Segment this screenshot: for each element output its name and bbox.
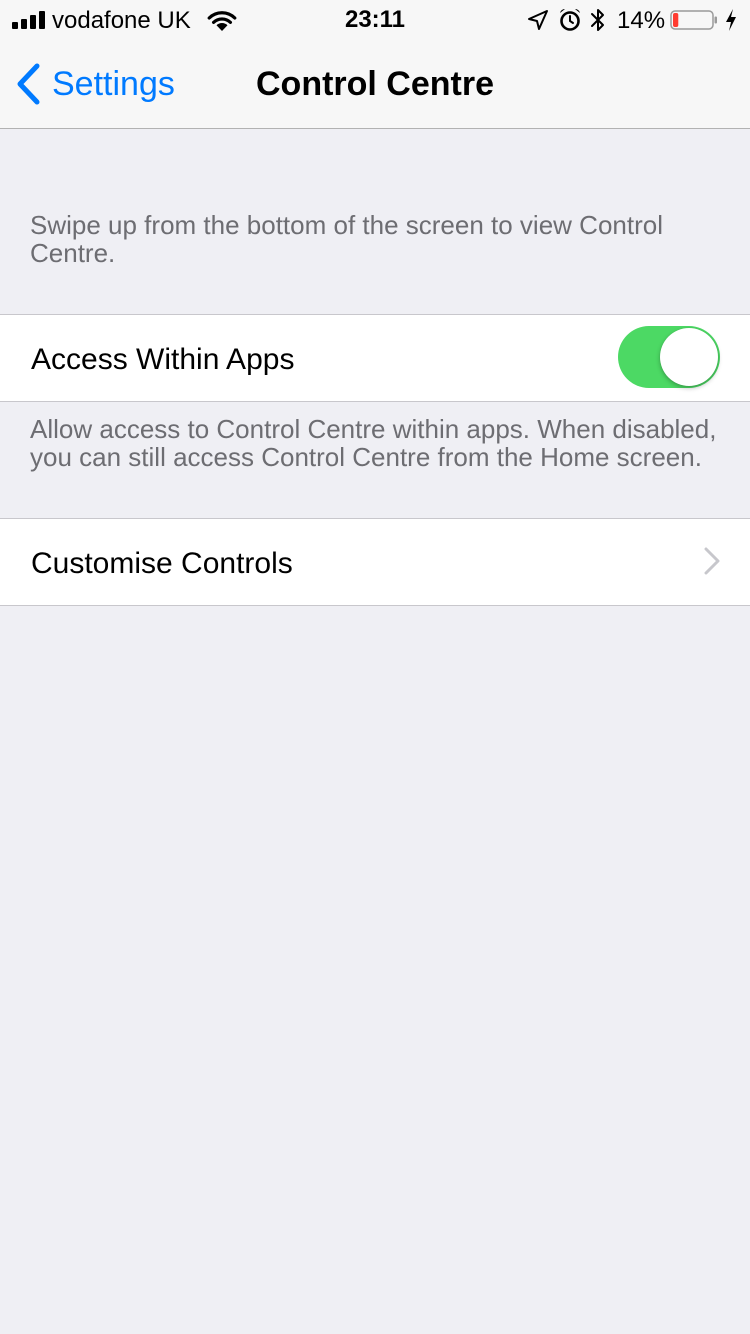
battery-icon [670,10,717,30]
chevron-right-icon [704,547,720,575]
battery-percentage: 14% [617,7,666,34]
alarm-clock-icon [560,8,580,31]
navigation-bar: Settings Control Centre [0,40,750,129]
customise-controls-label: Customise Controls [31,547,293,580]
access-within-apps-row: Access Within Apps [0,314,750,402]
customise-controls-row[interactable]: Customise Controls [0,518,750,606]
access-within-apps-label: Access Within Apps [31,343,295,376]
access-within-apps-toggle[interactable] [618,326,720,388]
page-title: Control Centre [256,65,494,103]
battery-fill [673,13,679,27]
location-arrow-icon [528,10,548,30]
status-bar: vodafone UK 23:11 14% [0,0,750,40]
toggle-knob [660,328,718,386]
charging-bolt-icon [726,9,736,31]
bluetooth-icon [591,9,604,31]
intro-description: Swipe up from the bottom of the screen t… [30,210,663,268]
access-within-apps-description: Allow access to Control Centre within ap… [30,414,717,472]
